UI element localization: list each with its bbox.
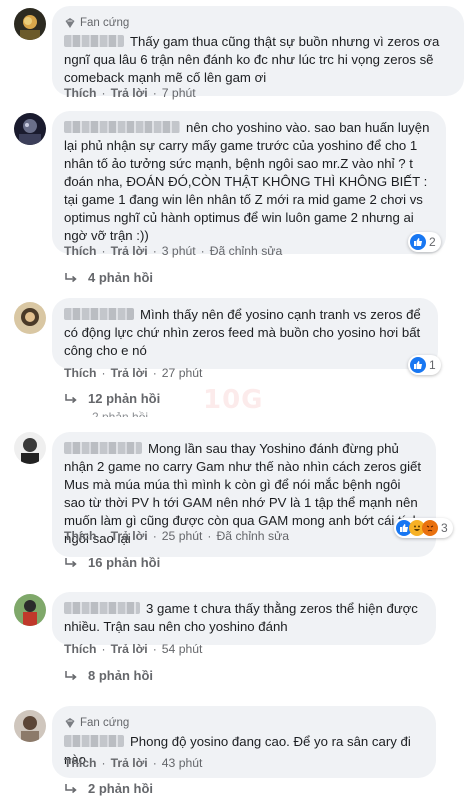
avatar[interactable] bbox=[14, 432, 46, 464]
comment-actions: Thích · Trả lời · 7 phút bbox=[64, 86, 196, 100]
author-name[interactable] bbox=[64, 35, 124, 47]
comment-actions: Thích · Trả lời · 3 phút · Đã chỉnh sửa bbox=[64, 244, 283, 258]
view-replies-link[interactable]: 12 phản hồi bbox=[64, 391, 160, 406]
reply-button[interactable]: Trả lời bbox=[111, 86, 148, 100]
reaction-summary[interactable]: 2 bbox=[408, 232, 441, 252]
author-name[interactable] bbox=[64, 735, 124, 747]
view-replies-link[interactable]: 16 phản hồi bbox=[64, 555, 160, 570]
fan-badge-icon bbox=[65, 718, 75, 728]
fan-badge[interactable]: Fan cứng bbox=[64, 714, 424, 732]
author-name[interactable] bbox=[64, 602, 140, 614]
avatar[interactable] bbox=[14, 8, 46, 40]
reply-arrow-icon bbox=[65, 557, 77, 567]
edited-label[interactable]: Đã chỉnh sửa bbox=[216, 529, 289, 543]
comment-actions: Thích · Trả lời · 43 phút bbox=[64, 756, 203, 770]
timestamp[interactable]: 3 phút bbox=[162, 244, 196, 258]
timestamp[interactable]: 43 phút bbox=[162, 756, 203, 770]
like-button[interactable]: Thích bbox=[64, 756, 97, 770]
comment-actions: Thích · Trả lời · 25 phút · Đã chỉnh sửa bbox=[64, 529, 290, 543]
reply-arrow-icon bbox=[65, 783, 77, 793]
comment-text: nên cho yoshino vào. sao ban huấn luyện … bbox=[64, 120, 430, 243]
reply-button[interactable]: Trả lời bbox=[111, 529, 148, 543]
avatar[interactable] bbox=[14, 594, 46, 626]
comment-actions: Thích · Trả lời · 27 phút bbox=[64, 366, 203, 380]
comment-bubble: Mình thấy nên để yosino cạnh tranh vs ze… bbox=[52, 298, 438, 369]
reply-arrow-icon bbox=[65, 272, 77, 282]
reply-arrow-icon bbox=[65, 393, 77, 403]
comment-bubble: nên cho yoshino vào. sao ban huấn luyện … bbox=[52, 111, 446, 254]
like-button[interactable]: Thích bbox=[64, 642, 97, 656]
view-replies-link[interactable]: 8 phản hồi bbox=[64, 668, 153, 683]
avatar[interactable] bbox=[14, 302, 46, 334]
like-button[interactable]: Thích bbox=[64, 244, 97, 258]
avatar[interactable] bbox=[14, 113, 46, 145]
like-button[interactable]: Thích bbox=[64, 366, 97, 380]
comment-bubble: 3 game t chưa thấy thằng zeros thể hiện … bbox=[52, 592, 436, 645]
comment-bubble: Fan cứng Thấy gam thua cũng thật sự buồn… bbox=[52, 6, 464, 96]
reaction-summary[interactable]: 3 bbox=[394, 518, 453, 538]
edited-label[interactable]: Đã chỉnh sửa bbox=[210, 244, 283, 258]
comment-actions: Thích · Trả lời · 54 phút bbox=[64, 642, 203, 656]
reply-button[interactable]: Trả lời bbox=[111, 642, 148, 656]
author-name[interactable] bbox=[64, 121, 180, 133]
author-name[interactable] bbox=[64, 308, 134, 320]
avatar[interactable] bbox=[14, 710, 46, 742]
fan-badge-icon bbox=[65, 18, 75, 28]
like-button[interactable]: Thích bbox=[64, 86, 97, 100]
timestamp[interactable]: 7 phút bbox=[162, 86, 196, 100]
fan-badge[interactable]: Fan cứng bbox=[64, 14, 452, 32]
reply-arrow-icon bbox=[65, 670, 77, 680]
reaction-summary[interactable]: 1 bbox=[408, 355, 441, 375]
like-reaction-icon bbox=[410, 234, 426, 250]
comment-thread: 10G Fan cứng Thấy gam thua cũng thật sự … bbox=[0, 0, 476, 800]
reaction-count: 1 bbox=[429, 358, 436, 372]
reaction-count: 3 bbox=[441, 521, 448, 535]
angry-reaction-icon bbox=[422, 520, 438, 536]
timestamp[interactable]: 25 phút bbox=[162, 529, 203, 543]
like-reaction-icon bbox=[410, 357, 426, 373]
view-replies-link[interactable]: 4 phản hồi bbox=[64, 270, 153, 285]
reply-button[interactable]: Trả lời bbox=[111, 366, 148, 380]
view-replies-link[interactable]: 2 phản hồi bbox=[64, 781, 153, 796]
reply-button[interactable]: Trả lời bbox=[111, 756, 148, 770]
overlapping-replies-fragment: 2 phản hồi bbox=[92, 410, 149, 417]
reaction-count: 2 bbox=[429, 235, 436, 249]
timestamp[interactable]: 27 phút bbox=[162, 366, 203, 380]
like-button[interactable]: Thích bbox=[64, 529, 97, 543]
timestamp[interactable]: 54 phút bbox=[162, 642, 203, 656]
author-name[interactable] bbox=[64, 442, 142, 454]
reply-button[interactable]: Trả lời bbox=[111, 244, 148, 258]
watermark: 10G bbox=[203, 385, 264, 415]
